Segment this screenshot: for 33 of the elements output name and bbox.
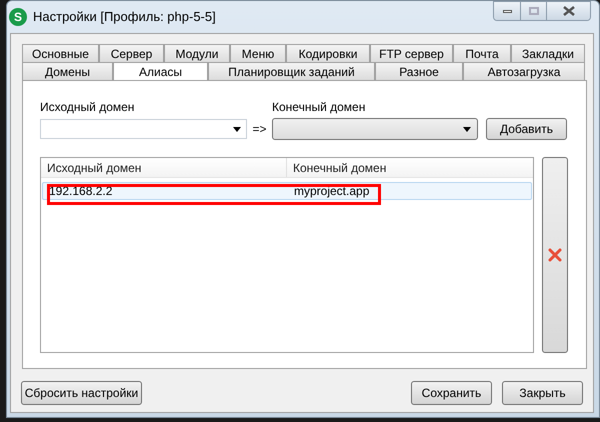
table-cell-text: 192.168.2.2 [48,183,114,199]
tab[interactable]: Планировщик заданий [208,62,375,80]
tab[interactable]: Почта [453,44,511,62]
minimize-button[interactable] [494,2,520,20]
tab[interactable]: Разное [375,62,463,80]
close-icon [562,6,574,16]
table-cell-text: myproject.app [293,183,370,199]
window-title: Настройки [Профиль: php-5-5] [33,8,216,26]
arrow-text: => [251,121,268,138]
tab[interactable]: Меню [230,44,286,62]
tab[interactable]: Основные [22,44,99,62]
tab[interactable]: FTP сервер [370,44,453,62]
reset-settings-button[interactable]: Сбросить настройки [21,381,142,405]
tab[interactable]: Закладки [511,44,585,62]
dropdown-arrow-icon [233,126,241,132]
delete-icon [548,248,562,262]
tab[interactable]: Сервер [99,44,164,62]
close-dialog-button[interactable]: Закрыть [502,381,583,405]
app-icon: S [9,8,27,26]
column-header[interactable]: Конечный домен [287,158,533,177]
field-label: Исходный домен [40,99,136,116]
add-button[interactable]: Добавить [486,118,567,140]
dropdown-arrow-icon [463,126,471,132]
save-button[interactable]: Сохранить [411,381,492,405]
tab[interactable]: Алиасы [113,62,208,80]
tab[interactable]: Кодировки [286,44,370,62]
tab[interactable]: Автозагрузка [463,62,585,80]
tab[interactable]: Домены [22,62,113,80]
delete-button[interactable] [542,157,568,353]
field-label: Конечный домен [272,99,366,116]
column-header[interactable]: Исходный домен [41,158,287,177]
close-button[interactable] [546,2,590,20]
tab[interactable]: Модули [164,44,230,62]
